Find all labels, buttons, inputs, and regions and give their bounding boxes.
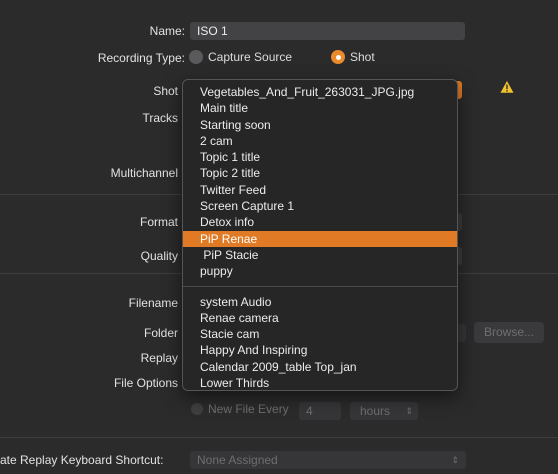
menu-item[interactable]: Lower Thirds bbox=[183, 375, 457, 391]
menu-item[interactable]: PiP Stacie bbox=[183, 247, 457, 263]
shortcut-label: ate Replay Keyboard Shortcut: bbox=[0, 453, 164, 467]
menu-item[interactable]: puppy bbox=[183, 263, 457, 279]
menu-group-graphics: Vegetables_And_Fruit_263031_JPG.jpg Main … bbox=[183, 84, 457, 280]
radio-shot-label: Shot bbox=[350, 50, 375, 64]
shot-dropdown-menu: Vegetables_And_Fruit_263031_JPG.jpg Main … bbox=[182, 79, 458, 391]
radio-capture-source-dot bbox=[189, 50, 203, 64]
menu-item[interactable]: Detox info bbox=[183, 214, 457, 230]
format-label: Format bbox=[139, 215, 178, 229]
radio-shot-dot bbox=[331, 50, 345, 64]
shortcut-popup[interactable]: None Assigned ⇕ bbox=[190, 451, 466, 469]
menu-item[interactable]: Twitter Feed bbox=[183, 182, 457, 198]
new-file-every-dot bbox=[191, 403, 203, 415]
warning-icon bbox=[500, 80, 514, 94]
name-field[interactable]: ISO 1 bbox=[190, 22, 465, 40]
new-file-every-label: New File Every bbox=[208, 402, 289, 416]
menu-item[interactable]: system Audio bbox=[183, 294, 457, 310]
menu-item[interactable]: Screen Capture 1 bbox=[183, 198, 457, 214]
browse-button[interactable]: Browse... bbox=[474, 322, 544, 343]
folder-label: Folder bbox=[143, 326, 178, 340]
radio-capture-source[interactable]: Capture Source bbox=[189, 50, 292, 64]
menu-item[interactable]: Topic 2 title bbox=[183, 165, 457, 181]
menu-group-sources: system Audio Renae camera Stacie cam Happy … bbox=[183, 294, 457, 392]
shortcut-popup-value: None Assigned bbox=[197, 453, 278, 467]
updown-chevron-icon: ⇕ bbox=[405, 406, 413, 416]
menu-item[interactable]: Topic 1 title bbox=[183, 149, 457, 165]
menu-item[interactable]: Stacie cam bbox=[183, 326, 457, 342]
section-divider-3 bbox=[0, 437, 558, 438]
tracks-label: Tracks bbox=[142, 111, 178, 125]
unit-popup[interactable]: hours ⇕ bbox=[350, 402, 418, 420]
multichannel-label: Multichannel bbox=[110, 166, 178, 180]
menu-item[interactable]: Starting soon bbox=[183, 117, 457, 133]
recording-type-label: Recording Type: bbox=[97, 51, 185, 65]
menu-item[interactable]: Happy And Inspiring bbox=[183, 342, 457, 358]
filename-label: Filename bbox=[128, 296, 178, 310]
replay-label: Replay bbox=[140, 351, 178, 365]
name-label: Name: bbox=[149, 24, 185, 38]
menu-item[interactable]: Calendar 2009_table Top_jan bbox=[183, 359, 457, 375]
radio-capture-source-label: Capture Source bbox=[208, 50, 293, 64]
menu-item[interactable]: Main title bbox=[183, 100, 457, 116]
updown-chevron-icon: ⇕ bbox=[451, 455, 459, 465]
menu-item[interactable]: Vegetables_And_Fruit_263031_JPG.jpg bbox=[183, 84, 457, 100]
new-file-every-input[interactable]: 4 bbox=[299, 402, 341, 420]
file-options-label: File Options bbox=[113, 376, 178, 390]
shot-label: Shot bbox=[153, 84, 178, 98]
menu-item[interactable]: 2 cam bbox=[183, 133, 457, 149]
new-file-every-radio[interactable]: New File Every bbox=[191, 402, 289, 416]
radio-shot[interactable]: Shot bbox=[331, 50, 375, 64]
menu-separator bbox=[183, 285, 457, 287]
menu-item[interactable]: PiP Renae bbox=[183, 230, 457, 247]
menu-item[interactable]: Renae camera bbox=[183, 310, 457, 326]
quality-label: Quality bbox=[140, 249, 178, 263]
unit-popup-value: hours bbox=[360, 404, 391, 418]
